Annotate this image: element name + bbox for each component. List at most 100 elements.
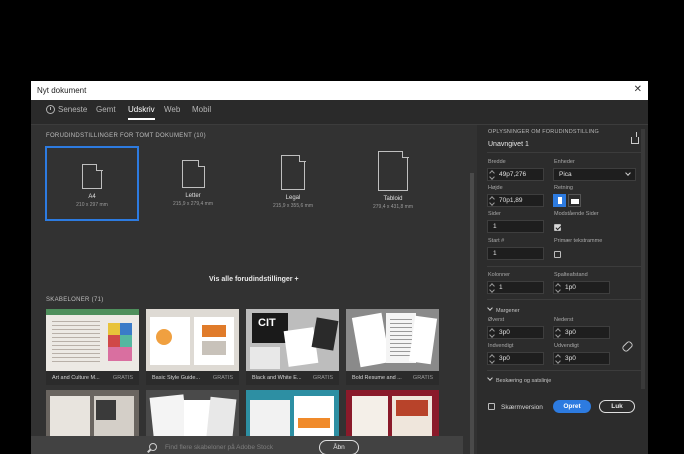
see-all-presets-link[interactable]: Vis alle forudindstillinger + — [209, 276, 299, 283]
divider — [487, 152, 642, 153]
stepper-icon[interactable] — [556, 328, 561, 337]
document-name[interactable]: Unavngivet 1 — [488, 141, 529, 148]
dialog-title: Nyt dokument — [37, 86, 87, 95]
new-document-dialog: Nyt dokument ✕ Seneste Gemt Udskriv Web … — [31, 81, 648, 454]
width-field[interactable]: 49p7,276 — [487, 168, 544, 181]
units-label: Enheder — [554, 159, 575, 165]
template-thumbnail — [346, 309, 439, 371]
document-icon — [181, 159, 205, 188]
preset-size: 279,4 x 431,8 mm — [372, 204, 414, 210]
tab-print-label: Udskriv — [128, 105, 155, 114]
tab-print[interactable]: Udskriv — [128, 105, 155, 120]
presets-scrollbar[interactable] — [470, 173, 474, 454]
presets-heading: FORUDINDSTILLINGER FOR TOMT DOKUMENT (10… — [46, 133, 206, 139]
stock-search-input[interactable]: Find flere skabeloner på Adobe Stock — [165, 444, 273, 451]
gutter-field[interactable]: 1p0 — [553, 281, 610, 294]
template-thumbnail — [146, 309, 239, 371]
preview-checkbox[interactable] — [488, 403, 495, 410]
margins-section-toggle[interactable]: Margener — [487, 305, 520, 314]
divider — [487, 299, 642, 300]
template-price: GRATIS — [212, 375, 233, 381]
tab-mobile-label: Mobil — [192, 105, 212, 114]
stepper-icon[interactable] — [556, 283, 561, 292]
document-icon — [281, 154, 306, 190]
top-margin-field[interactable]: 3p0 — [487, 326, 544, 339]
tab-recent-label: Seneste — [58, 105, 88, 114]
close-button[interactable]: Luk — [599, 400, 635, 413]
portrait-orientation-button[interactable] — [553, 194, 566, 207]
template-thumbnail — [46, 309, 139, 371]
stepper-icon[interactable] — [490, 283, 495, 292]
template-price: GRATIS — [312, 375, 333, 381]
tab-web[interactable]: Web — [164, 105, 180, 118]
outside-margin-value: 3p0 — [565, 355, 576, 362]
margins-label: Margener — [496, 308, 520, 314]
primary-frame-checkbox[interactable] — [554, 251, 561, 258]
preset-tabloid[interactable]: Tabloid 279,4 x 431,8 mm — [346, 146, 440, 221]
columns-value: 1 — [499, 284, 503, 291]
preset-a4[interactable]: A4 210 x 297 mm — [45, 146, 139, 221]
preset-details-panel: OPLYSNINGER OM FORUDINDSTILLING Unavngiv… — [477, 125, 648, 454]
columns-label: Kolonner — [488, 272, 511, 278]
top-margin-label: Øverst — [488, 317, 505, 323]
search-icon — [149, 443, 157, 451]
bottom-margin-field[interactable]: 3p0 — [553, 326, 610, 339]
template-name: Art and Culture M... — [52, 375, 100, 381]
template-thumbnail: CIT — [246, 309, 339, 371]
preset-name: Letter — [185, 193, 201, 199]
tab-mobile[interactable]: Mobil — [192, 105, 211, 118]
scrollbar-thumb[interactable] — [470, 173, 474, 454]
preset-legal[interactable]: Legal 215,9 x 355,6 mm — [246, 146, 340, 221]
start-label: Start # — [488, 238, 505, 244]
height-value: 70p1,89 — [499, 197, 523, 204]
stepper-icon[interactable] — [490, 328, 495, 337]
preset-size: 210 x 297 mm — [76, 202, 108, 208]
outside-margin-field[interactable]: 3p0 — [553, 352, 610, 365]
bleed-label: Beskæring og satslinje — [496, 378, 552, 384]
facing-pages-checkbox[interactable] — [554, 224, 561, 231]
templates-heading: SKABELONER (71) — [46, 297, 104, 303]
primary-frame-label: Primær tekstramme — [554, 238, 603, 244]
preset-size: 215,9 x 355,6 mm — [272, 203, 314, 209]
title-bar: Nyt dokument ✕ — [31, 81, 648, 100]
create-button[interactable]: Opret — [553, 400, 591, 413]
divider — [487, 370, 642, 371]
bleed-section-toggle[interactable]: Beskæring og satslinje — [487, 375, 552, 384]
stepper-icon[interactable] — [490, 196, 495, 205]
inside-margin-field[interactable]: 3p0 — [487, 352, 544, 365]
clock-icon — [46, 105, 55, 114]
units-select[interactable]: Pica — [553, 168, 636, 181]
template-card[interactable]: Bold Resume and ... GRATIS — [346, 309, 439, 385]
category-tabs: Seneste Gemt Udskriv Web Mobil — [31, 100, 648, 125]
pages-field[interactable]: 1 — [487, 220, 544, 233]
tab-saved[interactable]: Gemt — [96, 105, 116, 118]
landscape-icon — [571, 199, 579, 204]
inside-margin-label: Indvendigt — [488, 343, 514, 349]
open-button[interactable]: Åbn — [319, 440, 359, 454]
preset-letter[interactable]: Letter 215,9 x 279,4 mm — [146, 146, 240, 221]
stepper-icon[interactable] — [490, 354, 495, 363]
preset-name: Tabloid — [383, 196, 403, 202]
details-heading: OPLYSNINGER OM FORUDINDSTILLING — [488, 129, 599, 135]
pages-label: Sider — [488, 211, 501, 217]
stepper-icon[interactable] — [556, 354, 561, 363]
outside-margin-label: Udvendigt — [554, 343, 579, 349]
columns-field[interactable]: 1 — [487, 281, 544, 294]
landscape-orientation-button[interactable] — [568, 194, 581, 207]
template-card[interactable]: Art and Culture M... GRATIS — [46, 309, 139, 385]
start-field[interactable]: 1 — [487, 247, 544, 260]
close-icon[interactable]: ✕ — [634, 84, 642, 95]
inside-margin-value: 3p0 — [499, 355, 510, 362]
preset-name: Legal — [285, 195, 301, 201]
height-field[interactable]: 70p1,89 — [487, 194, 544, 207]
chevron-down-icon — [487, 375, 493, 381]
template-card[interactable]: CIT Black and White E... GRATIS — [246, 309, 339, 385]
stepper-icon[interactable] — [490, 170, 495, 179]
facing-pages-label: Modstående Sider — [554, 211, 599, 217]
tab-recent[interactable]: Seneste — [46, 105, 87, 118]
save-preset-icon[interactable] — [631, 132, 639, 144]
template-card[interactable]: Basic Style Guide... GRATIS — [146, 309, 239, 385]
link-margins-icon[interactable] — [621, 340, 634, 353]
bottom-margin-label: Nederst — [554, 317, 574, 323]
details-scrollbar[interactable] — [641, 129, 645, 389]
